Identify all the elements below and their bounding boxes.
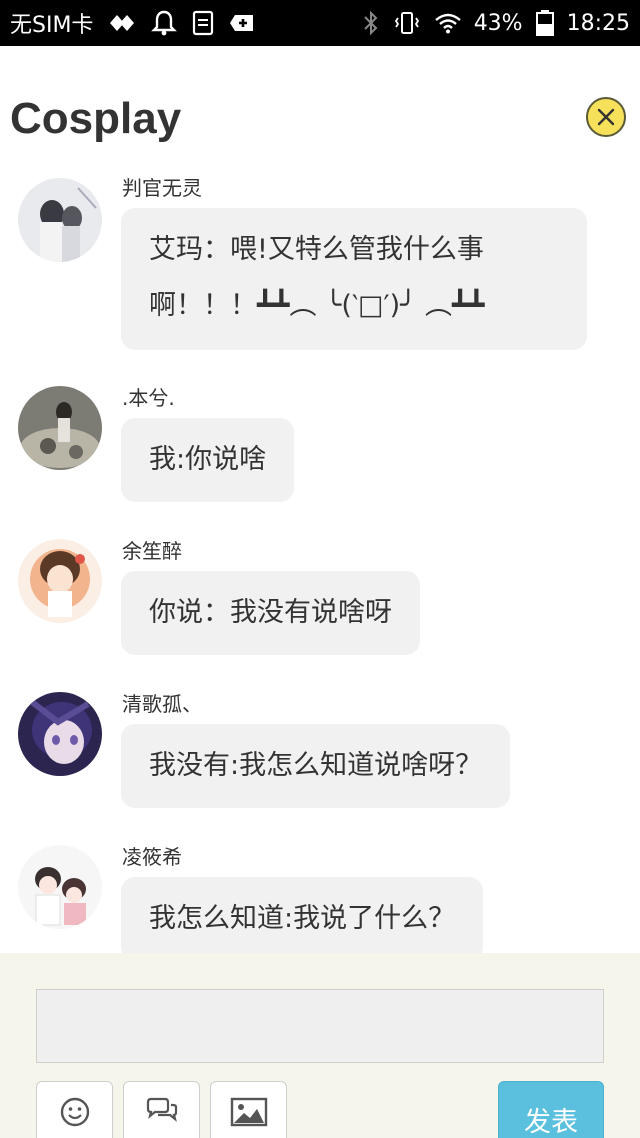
message-bubble: 我:你说啥 [121, 418, 295, 502]
comment-input[interactable] [36, 989, 604, 1063]
message-bubble: 我怎么知道:我说了什么？ [121, 877, 484, 953]
nickname: .本兮. [122, 386, 175, 410]
image-icon [230, 1097, 267, 1127]
carrier-label: 无SIM卡 [10, 13, 94, 38]
vibrate-icon [392, 10, 422, 36]
nickname: 清歌孤、 [122, 692, 202, 716]
avatar[interactable] [18, 692, 102, 776]
smiley-icon [60, 1097, 89, 1127]
app-screen: 无SIM卡 43% 18:25 Cosplay 判官无灵 艾玛：喂!又特么管我什… [0, 0, 640, 1138]
notification-app-icon [107, 11, 137, 35]
avatar[interactable] [18, 539, 102, 623]
message-bubble: 你说：我没有说啥呀 [121, 571, 420, 655]
battery-icon [535, 9, 555, 37]
page-title: Cosplay [10, 94, 182, 143]
nickname: 判官无灵 [122, 176, 202, 200]
close-icon [597, 108, 615, 126]
message-bubble: 艾玛：喂!又特么管我什么事啊！！！┻┻︵ ╰(‵□′)╯ ︵┻┻ [121, 208, 587, 350]
comments-button[interactable] [123, 1081, 200, 1138]
image-button[interactable] [210, 1081, 287, 1138]
page-header: Cosplay [0, 46, 640, 170]
nickname: 凌筱希 [122, 845, 182, 869]
status-bar: 无SIM卡 43% 18:25 [0, 0, 640, 46]
wifi-icon [434, 12, 462, 34]
app-badge-icon [229, 12, 255, 34]
message-list[interactable]: 判官无灵 艾玛：喂!又特么管我什么事啊！！！┻┻︵ ╰(‵□′)╯ ︵┻┻ .本… [0, 170, 640, 953]
avatar[interactable] [18, 845, 102, 929]
post-button[interactable]: 发表 [498, 1081, 604, 1138]
bluetooth-icon [362, 10, 380, 36]
compose-bar: 发表 [0, 953, 640, 1138]
document-icon [191, 9, 215, 37]
emoji-button[interactable] [36, 1081, 113, 1138]
message-bubble: 我没有:我怎么知道说啥呀？ [121, 724, 511, 808]
chat-bubbles-icon [146, 1097, 177, 1122]
nickname: 余笙醉 [122, 539, 182, 563]
avatar[interactable] [18, 178, 102, 262]
bell-icon [151, 9, 178, 37]
battery-percent: 43% [473, 10, 523, 36]
clock: 18:25 [566, 10, 630, 36]
close-button[interactable] [586, 97, 626, 137]
avatar[interactable] [18, 386, 102, 470]
